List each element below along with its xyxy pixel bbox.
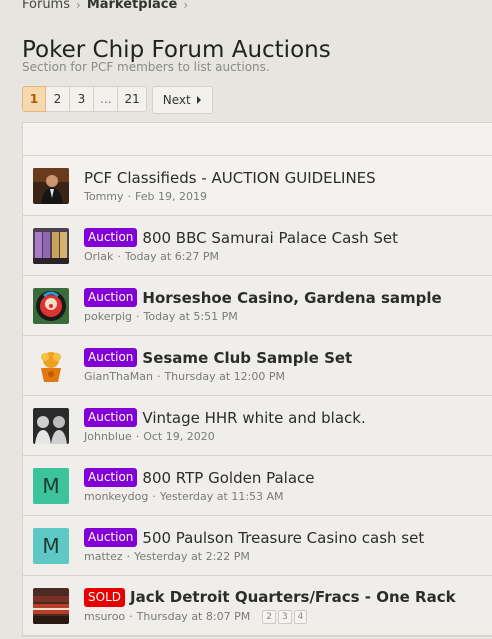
thread-body: Auction Horseshoe Casino, Gardena sample…	[84, 288, 442, 323]
thread-author[interactable]: monkeydog	[84, 490, 148, 503]
thread-date[interactable]: Oct 19, 2020	[143, 430, 215, 443]
thread-date[interactable]: Yesterday at 11:53 AM	[160, 490, 284, 503]
thread-author[interactable]: Johnblue	[84, 430, 132, 443]
thread-body: Auction 800 RTP Golden Palace monkeydog …	[84, 468, 315, 503]
avatar[interactable]	[33, 407, 69, 444]
thread-date[interactable]: Thursday at 12:00 PM	[164, 370, 285, 383]
meta-separator: ·	[126, 550, 131, 563]
breadcrumb-forums-link[interactable]: Forums	[22, 0, 70, 12]
auction-prefix-badge[interactable]: Auction	[84, 348, 138, 367]
thread-body: Auction Vintage HHR white and black. Joh…	[84, 408, 366, 443]
breadcrumb-marketplace-link[interactable]: Marketplace	[87, 0, 178, 12]
meta-separator: ·	[156, 370, 161, 383]
page-link-3[interactable]: 3	[70, 86, 94, 112]
page-jump-ellipsis[interactable]: ...	[94, 86, 119, 112]
avatar[interactable]	[33, 227, 69, 264]
caret-right-icon	[196, 96, 201, 104]
thread-row[interactable]: M Auction 800 RTP Golden Palace monkeydo…	[23, 456, 492, 516]
thread-body: Auction 500 Paulson Treasure Casino cash…	[84, 528, 424, 563]
thread-title-link[interactable]: Sesame Club Sample Set	[142, 349, 352, 367]
avatar[interactable]: M	[33, 527, 69, 564]
meta-separator: ·	[152, 490, 156, 503]
thread-author[interactable]: Tommy	[84, 190, 124, 203]
thread-author[interactable]: GianThaMan	[84, 370, 153, 383]
thread-author[interactable]: msuroo	[84, 610, 125, 623]
thread-body: Auction Sesame Club Sample Set GianThaMa…	[84, 348, 352, 383]
thread-title-link[interactable]: Vintage HHR white and black.	[142, 409, 365, 427]
auction-prefix-badge[interactable]: Auction	[84, 528, 138, 547]
thread-title-link[interactable]: Horseshoe Casino, Gardena sample	[142, 289, 441, 307]
thread-title-link[interactable]: 800 RTP Golden Palace	[142, 469, 314, 487]
avatar[interactable]	[33, 587, 69, 624]
thread-title-link[interactable]: 500 Paulson Treasure Casino cash set	[142, 529, 424, 547]
thread-row[interactable]: M Auction 500 Paulson Treasure Casino ca…	[23, 516, 492, 576]
thread-page-link[interactable]: 3	[277, 609, 292, 624]
avatar[interactable]	[33, 167, 69, 204]
thread-list: PCF Classifieds - AUCTION GUIDELINES Tom…	[22, 122, 492, 637]
thread-date[interactable]: Thursday at 8:07 PM	[137, 610, 251, 623]
meta-separator: ·	[117, 250, 121, 263]
thread-row[interactable]: Auction Sesame Club Sample Set GianThaMa…	[23, 336, 492, 396]
thread-body: SOLD Jack Detroit Quarters/Fracs - One R…	[84, 587, 456, 624]
page-description: Section for PCF members to list auctions…	[22, 60, 270, 74]
thread-row[interactable]: PCF Classifieds - AUCTION GUIDELINES Tom…	[23, 156, 492, 216]
thread-title-link[interactable]: 800 BBC Samurai Palace Cash Set	[142, 229, 398, 247]
thread-body: PCF Classifieds - AUCTION GUIDELINES Tom…	[84, 169, 376, 203]
thread-date[interactable]: Today at 5:51 PM	[144, 310, 238, 323]
auction-prefix-badge[interactable]: Auction	[84, 408, 138, 427]
thread-author[interactable]: pokerpig	[84, 310, 132, 323]
meta-separator: ·	[136, 310, 140, 323]
page-link-21[interactable]: 21	[118, 86, 147, 112]
breadcrumb: Forums › Marketplace ›	[22, 0, 188, 12]
page-link-1[interactable]: 1	[22, 86, 46, 112]
thread-row[interactable]: Auction Vintage HHR white and black. Joh…	[23, 396, 492, 456]
thread-list-header	[23, 123, 492, 156]
thread-row[interactable]: Auction Horseshoe Casino, Gardena sample…	[23, 276, 492, 336]
auction-prefix-badge[interactable]: Auction	[84, 288, 138, 307]
pagination: 1 2 3 ... 21 Next	[22, 86, 213, 114]
thread-page-links: 2 3 4	[262, 609, 308, 624]
next-page-button[interactable]: Next	[151, 86, 213, 114]
thread-title-link[interactable]: Jack Detroit Quarters/Fracs - One Rack	[130, 588, 456, 606]
chevron-right-icon: ›	[76, 0, 81, 12]
thread-title-link[interactable]: PCF Classifieds - AUCTION GUIDELINES	[84, 169, 376, 187]
auction-prefix-badge[interactable]: Auction	[84, 468, 138, 487]
meta-separator: ·	[135, 430, 140, 443]
thread-page-link[interactable]: 4	[293, 609, 308, 624]
thread-row[interactable]: Auction 800 BBC Samurai Palace Cash Set …	[23, 216, 492, 276]
thread-author[interactable]: mattez	[84, 550, 123, 563]
avatar[interactable]: M	[33, 467, 69, 504]
meta-separator: ·	[127, 189, 132, 203]
meta-separator: ·	[129, 610, 133, 623]
next-label: Next	[162, 93, 191, 107]
thread-date[interactable]: Today at 6:27 PM	[125, 250, 219, 263]
avatar[interactable]	[33, 287, 69, 324]
thread-row[interactable]: SOLD Jack Detroit Quarters/Fracs - One R…	[23, 576, 492, 636]
auction-prefix-badge[interactable]: Auction	[84, 228, 138, 247]
thread-body: Auction 800 BBC Samurai Palace Cash Set …	[84, 228, 398, 263]
page-link-2[interactable]: 2	[46, 86, 70, 112]
thread-date[interactable]: Yesterday at 2:22 PM	[134, 550, 250, 563]
sold-prefix-badge[interactable]: SOLD	[84, 587, 125, 607]
thread-date[interactable]: Feb 19, 2019	[135, 190, 207, 203]
chevron-right-icon: ›	[183, 0, 189, 12]
avatar[interactable]	[33, 347, 69, 384]
thread-author[interactable]: Orlak	[84, 250, 113, 263]
thread-page-link[interactable]: 2	[262, 609, 276, 624]
